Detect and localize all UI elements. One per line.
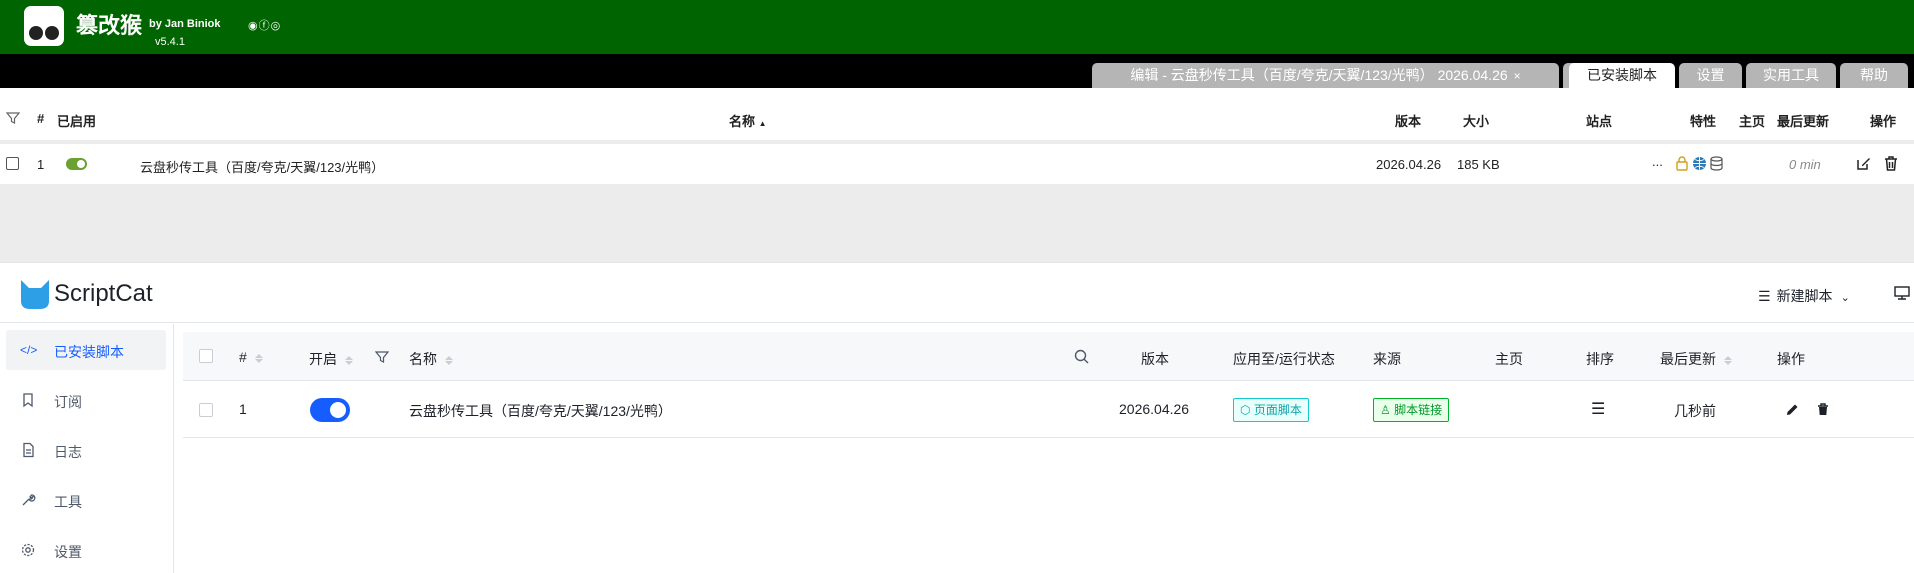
- tab-settings[interactable]: 设置: [1679, 63, 1742, 88]
- list-add-icon: ☰: [1758, 288, 1771, 304]
- code-icon: </>: [20, 343, 38, 357]
- tm-col-number: #: [37, 111, 45, 126]
- gear-icon: [21, 543, 35, 557]
- tm-col-homepage[interactable]: 主页: [1739, 111, 1765, 130]
- user-icon: ♙: [1380, 403, 1395, 417]
- tm-col-size[interactable]: 大小: [1463, 111, 1489, 130]
- row-index: 1: [37, 157, 45, 172]
- sort-asc-icon: ▲: [758, 119, 767, 128]
- row-checkbox[interactable]: [6, 157, 19, 170]
- edit-icon[interactable]: [1786, 403, 1799, 416]
- script-name[interactable]: 云盘秒传工具（百度/夸克/天翼/123/光鸭）: [409, 401, 672, 421]
- script-name-link[interactable]: 云盘秒传工具（百度/夸克/天翼/123/光鸭）: [140, 157, 384, 176]
- tm-version: v5.4.1: [155, 36, 185, 48]
- chevron-down-icon: ⌄: [1840, 292, 1850, 304]
- tab-installed-scripts[interactable]: 已安装脚本: [1569, 63, 1675, 88]
- sites-more[interactable]: ...: [1652, 154, 1663, 169]
- enable-toggle[interactable]: [66, 158, 87, 170]
- last-updated: 几秒前: [1674, 403, 1716, 419]
- tm-table-header: # 已启用 名称 ▲ 版本 大小 站点 特性 主页 最后更新 操作: [0, 88, 1914, 144]
- sc-col-number[interactable]: #: [239, 349, 263, 365]
- globe-icon: [1693, 157, 1706, 170]
- filter-icon[interactable]: [375, 350, 389, 364]
- sc-col-actions: 操作: [1777, 351, 1805, 367]
- sort-icon: [445, 355, 453, 366]
- sc-table-header: # 开启 名称 版本 应用至/运行状态 来源 主页 排序 最后更新 操作: [183, 332, 1914, 381]
- page-script-tag[interactable]: ⬡ 页面脚本: [1233, 398, 1309, 422]
- sc-col-source: 来源: [1373, 351, 1401, 367]
- sc-col-homepage: 主页: [1495, 351, 1523, 367]
- select-all-checkbox[interactable]: [199, 349, 213, 363]
- script-link-tag[interactable]: ♙ 脚本链接: [1373, 398, 1450, 422]
- instagram-icon[interactable]: ◎: [271, 20, 282, 32]
- sc-script-table: # 开启 名称 版本 应用至/运行状态 来源 主页 排序 最后更新 操作 1 云…: [183, 332, 1914, 573]
- row-checkbox[interactable]: [199, 403, 213, 417]
- search-icon[interactable]: [1074, 349, 1089, 364]
- tm-col-version[interactable]: 版本: [1395, 111, 1421, 130]
- table-row: 1 云盘秒传工具（百度/夸克/天翼/123/光鸭） 2026.04.26 185…: [0, 144, 1914, 184]
- table-row: 1 云盘秒传工具（百度/夸克/天翼/123/光鸭） 2026.04.26 ⬡ 页…: [183, 382, 1914, 438]
- row-index: 1: [239, 401, 247, 417]
- tm-header: 篡改猴 by Jan Biniok ◉ⓕ◎ v5.4.1: [0, 0, 1914, 54]
- filter-icon[interactable]: [6, 111, 20, 125]
- monitor-icon[interactable]: [1894, 285, 1910, 301]
- tm-app-title: 篡改猴: [76, 13, 143, 38]
- bookmark-icon: [23, 393, 33, 408]
- tampermonkey-dashboard: 篡改猴 by Jan Biniok ◉ⓕ◎ v5.4.1 编辑 - 云盘秒传工具…: [0, 0, 1914, 262]
- scriptcat-logo-icon[interactable]: [18, 277, 52, 311]
- edit-icon[interactable]: [1856, 156, 1871, 171]
- drag-handle-icon[interactable]: ☰: [1591, 399, 1605, 419]
- tm-social-icons: ◉ⓕ◎: [248, 17, 281, 33]
- sc-brand-name: ScriptCat: [54, 280, 153, 307]
- sc-col-enabled[interactable]: 开启: [309, 349, 353, 369]
- file-icon: [23, 442, 34, 458]
- sc-sidebar: </> 已安装脚本 订阅 日志 工具 设置: [0, 324, 174, 573]
- sc-top-bar: ScriptCat ☰ 新建脚本 ⌄: [0, 263, 1914, 323]
- script-version: 2026.04.26: [1119, 401, 1190, 417]
- tab-editor[interactable]: 编辑 - 云盘秒传工具（百度/夸克/天翼/123/光鸭） 2026.04.26 ×: [1092, 63, 1559, 88]
- sort-icon: [254, 353, 263, 364]
- tampermonkey-logo-icon[interactable]: [24, 6, 64, 46]
- close-tab-icon[interactable]: ×: [1514, 69, 1521, 83]
- enable-switch[interactable]: [310, 398, 350, 422]
- scriptcat-dashboard: ScriptCat ☰新建脚本⌄ </> 已安装脚本 订阅 日志 工具 设置: [0, 262, 1914, 573]
- lock-icon: [1676, 156, 1688, 171]
- sidebar-item-subscriptions[interactable]: 订阅: [6, 380, 166, 420]
- new-script-dropdown[interactable]: ☰ 新建脚本 ⌄: [1758, 286, 1850, 306]
- tab-utilities[interactable]: 实用工具: [1746, 63, 1836, 88]
- tab-help[interactable]: 帮助: [1840, 63, 1908, 88]
- script-size: 185 KB: [1457, 157, 1500, 172]
- tm-col-enabled[interactable]: 已启用: [57, 111, 96, 130]
- sc-col-order: 排序: [1586, 351, 1614, 367]
- tm-col-name[interactable]: 名称 ▲: [729, 111, 767, 130]
- tm-col-features[interactable]: 特性: [1690, 111, 1716, 130]
- script-version: 2026.04.26: [1376, 157, 1442, 172]
- database-icon: [1710, 156, 1723, 171]
- tm-col-sites[interactable]: 站点: [1586, 111, 1612, 130]
- sidebar-item-settings[interactable]: 设置: [6, 530, 166, 570]
- trash-icon[interactable]: [1884, 156, 1898, 171]
- github-icon[interactable]: ◉: [248, 20, 259, 32]
- sidebar-item-logs[interactable]: 日志: [6, 430, 166, 470]
- sc-col-version: 版本: [1141, 351, 1169, 367]
- tm-col-actions: 操作: [1870, 114, 1897, 129]
- tm-author: by Jan Biniok: [149, 18, 221, 30]
- sc-col-name[interactable]: 名称: [409, 349, 453, 369]
- sort-icon: [1724, 355, 1732, 366]
- sc-col-apply-status: 应用至/运行状态: [1233, 351, 1335, 367]
- tool-icon: [22, 494, 36, 506]
- sidebar-item-installed-scripts[interactable]: </> 已安装脚本: [6, 330, 166, 370]
- sidebar-item-tools[interactable]: 工具: [6, 480, 166, 520]
- last-updated: 0 min: [1789, 157, 1821, 172]
- tm-col-last-updated[interactable]: 最后更新: [1777, 111, 1829, 130]
- facebook-icon[interactable]: ⓕ: [259, 20, 271, 32]
- cube-icon: ⬡: [1240, 403, 1254, 417]
- trash-icon[interactable]: [1817, 403, 1829, 416]
- sort-icon: [345, 355, 353, 366]
- sc-col-last-updated[interactable]: 最后更新: [1660, 349, 1732, 369]
